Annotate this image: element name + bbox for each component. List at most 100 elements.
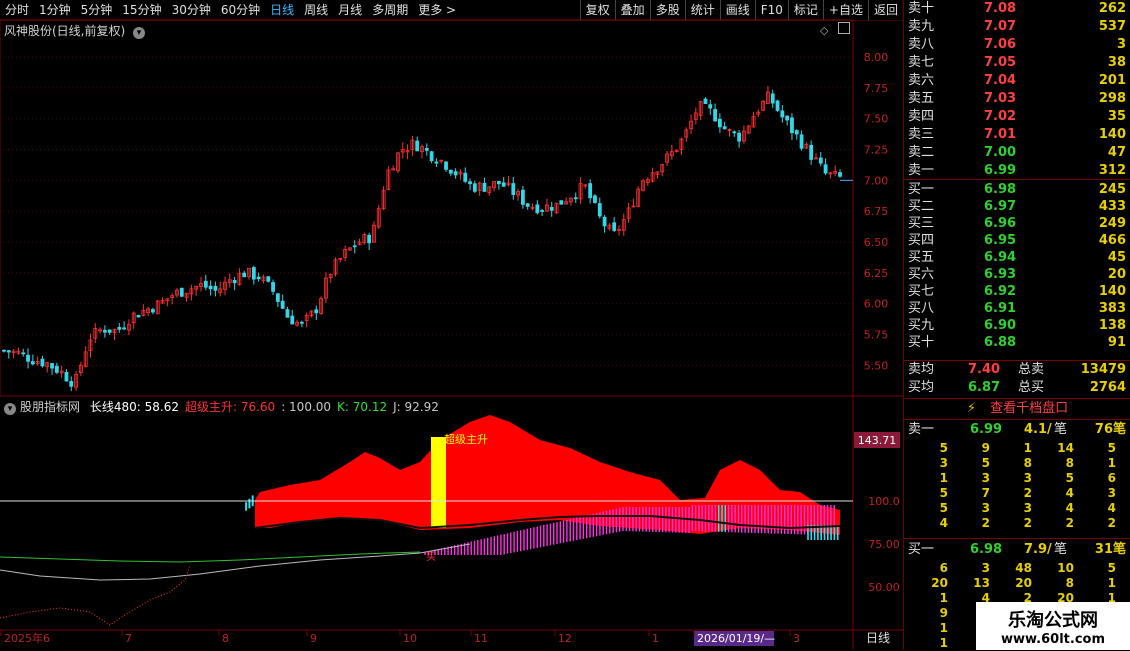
order-row: 买六 6.93 20 (908, 266, 1130, 284)
queue-cell: 2 (981, 516, 990, 530)
queue-cell: 4 (1065, 486, 1074, 500)
candle (593, 195, 597, 203)
view-full-depth-button[interactable]: ⚡ 查看千档盘口 (904, 398, 1130, 420)
order-row: 买三 6.96 249 (908, 215, 1130, 233)
y-tick-label: 7.25 (864, 144, 889, 157)
level-price: 6.99 (984, 163, 1017, 178)
candle (588, 183, 593, 199)
avg-price: 7.40 (968, 362, 1001, 377)
total-label: 总买 (1018, 380, 1045, 395)
level-volume: 3 (1116, 37, 1126, 52)
level-price: 6.97 (984, 199, 1017, 214)
order-row: 卖一 6.99 312 (908, 162, 1130, 180)
candle (838, 172, 842, 177)
main-chart-frame (0, 19, 854, 397)
long-line (0, 551, 421, 563)
queue-grid-row: 20 13 20 8 1 (912, 576, 1122, 591)
level-price: 6.96 (984, 216, 1017, 231)
order-row: 卖四 7.02 35 (908, 108, 1130, 126)
candle (290, 315, 295, 325)
indicator-y-tick: 75.00 (868, 538, 900, 551)
level-price: 6.94 (984, 250, 1017, 265)
chevron-down-icon[interactable]: ▾ (133, 27, 146, 39)
queue-cell: 8 (1065, 576, 1074, 590)
queue-header: 买一 6.98 7.9/笔 31笔 (908, 541, 1130, 559)
watermark-logo: 乐淘公式网 www.60lt.com (976, 602, 1130, 650)
candle (424, 148, 429, 151)
queue-cell: 5 (1107, 441, 1116, 455)
queue-cell: 2 (1107, 516, 1116, 530)
level-volume: 262 (1098, 1, 1126, 16)
queue-cell: 3 (981, 501, 990, 515)
x-tick-label: 8 (222, 632, 229, 645)
queue-cell: 14 (1057, 441, 1074, 455)
avg-row: 买均 6.87 总买 2764 (908, 379, 1130, 397)
queue-cell: 5 (939, 486, 948, 500)
level-label: 买八 (908, 301, 935, 316)
candle (50, 363, 54, 369)
queue-grid-row: 5 9 1 14 5 (912, 441, 1122, 456)
level-label: 卖二 (908, 145, 935, 160)
buy-marker: 买 (426, 551, 436, 563)
indicator-value: 长线480: 58.62 (89, 400, 179, 414)
candle (472, 183, 477, 192)
candle (40, 358, 45, 367)
candle (280, 300, 285, 309)
candle (799, 134, 804, 149)
queue-cell: 9 (939, 606, 948, 620)
queue-cell: 6 (1107, 471, 1116, 485)
candle (823, 164, 828, 174)
candle (275, 293, 280, 302)
level-price: 7.06 (984, 37, 1017, 52)
level-price: 6.93 (984, 267, 1017, 282)
y-tick-label: 6.75 (864, 205, 889, 218)
candle (64, 372, 69, 382)
indicator-y-tick: 50.00 (868, 581, 900, 594)
candle (271, 282, 275, 292)
queue-grid-row: 5 7 2 4 3 (912, 486, 1122, 501)
candle (612, 222, 617, 231)
chevron-down-icon[interactable]: ▾ (4, 403, 16, 415)
level-volume: 138 (1098, 318, 1126, 333)
queue-cell: 3 (1107, 486, 1116, 500)
level-price: 6.88 (984, 335, 1017, 350)
candle (251, 267, 256, 280)
candle (790, 117, 794, 134)
candle (717, 118, 722, 128)
total-value: 13479 (1080, 362, 1126, 377)
candle (151, 309, 155, 313)
main-chart-title: 风神股份(日线,前复权) ▾ (4, 22, 146, 39)
candle (213, 285, 218, 291)
level-price: 7.00 (984, 145, 1017, 160)
lightning-icon: ⚡ (966, 401, 977, 416)
candle (102, 329, 107, 333)
window-controls[interactable]: ◇ (820, 22, 850, 37)
candle (549, 207, 554, 211)
queue-grid-row: 5 3 3 4 4 (912, 501, 1122, 516)
queue-cell: 20 (931, 576, 948, 590)
queue-grid-row: 1 3 3 5 6 (912, 471, 1122, 486)
chart-title-text: 风神股份(日线,前复权) (4, 24, 126, 38)
candle (520, 189, 525, 205)
x-tick-label: 9 (310, 632, 317, 645)
queue-count: 31笔 (1094, 542, 1126, 557)
candle (367, 234, 372, 244)
queue-cell: 4 (939, 516, 948, 530)
candle (818, 157, 823, 164)
order-row: 卖六 7.04 201 (908, 72, 1130, 90)
candle (573, 197, 578, 200)
candle (708, 104, 713, 109)
y-tick-label: 5.75 (864, 329, 889, 342)
order-row: 卖二 7.00 47 (908, 144, 1130, 162)
watermark-url: www.60lt.com (1000, 632, 1106, 647)
level-label: 买二 (908, 199, 935, 214)
candle (242, 272, 247, 278)
order-row: 卖八 7.06 3 (908, 36, 1130, 54)
queue-grid-row: 3 5 8 8 1 (912, 456, 1122, 471)
candle (559, 200, 564, 205)
candle (597, 203, 602, 217)
chart-canvas[interactable]: 8.00 7.75 7.50 7.25 7.00 6.75 6.50 6.25 6.00 5.75… (0, 0, 903, 650)
level-volume: 298 (1098, 91, 1126, 106)
super-rise-label: 超级主升 (444, 432, 488, 446)
queue-cell: 6 (939, 561, 948, 575)
